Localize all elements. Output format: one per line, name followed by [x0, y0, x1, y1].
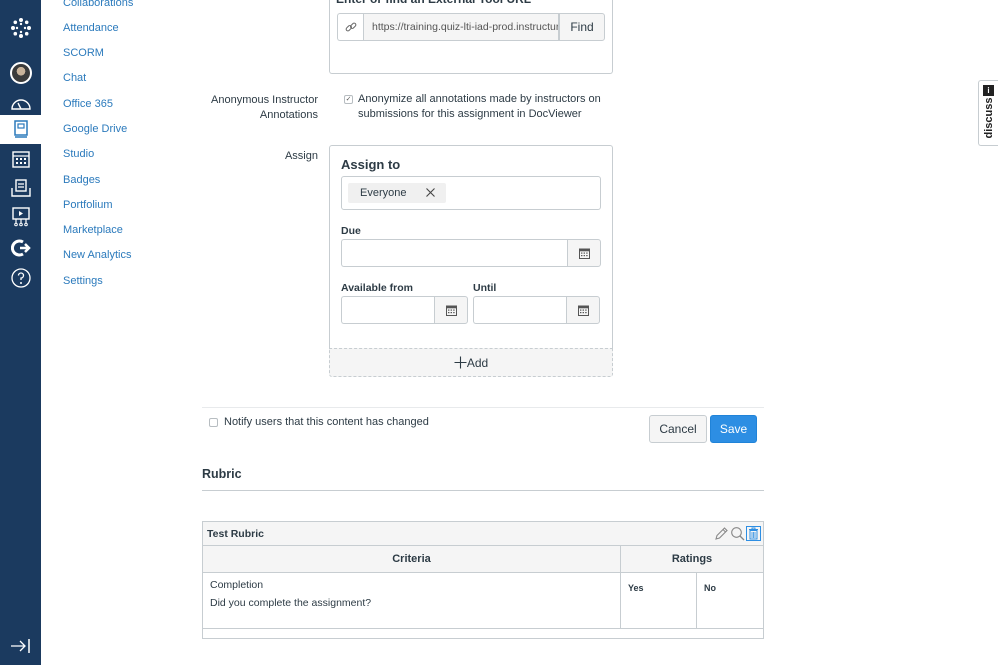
- nav-dashboard[interactable]: [0, 89, 41, 117]
- until-input[interactable]: [473, 296, 566, 324]
- canvas-logo-icon: [10, 18, 31, 38]
- rating-yes: Yes: [628, 583, 644, 593]
- ratings-header: Ratings: [671, 553, 713, 565]
- edit-rubric-icon[interactable]: [714, 526, 729, 541]
- available-from-field: [341, 296, 468, 324]
- find-button[interactable]: Find: [559, 13, 605, 41]
- nav-help[interactable]: [0, 264, 41, 292]
- add-assignee-button[interactable]: Add: [329, 348, 613, 377]
- course-nav-marketplace[interactable]: Marketplace: [63, 224, 123, 236]
- course-nav-office-365[interactable]: Office 365: [63, 98, 113, 110]
- until-label: Until: [473, 282, 497, 294]
- rubric-rating-divider: [696, 573, 697, 628]
- anonymous-label-line2: Annotations: [259, 109, 318, 121]
- link-icon: [345, 22, 356, 32]
- anonymous-annotations-text: Anonymize all annotations made by instru…: [358, 92, 601, 122]
- dashboard-icon: [10, 99, 31, 110]
- assign-label: Assign: [284, 150, 318, 162]
- due-label: Due: [341, 225, 361, 237]
- until-calendar-button[interactable]: [566, 296, 600, 324]
- save-button[interactable]: Save: [710, 415, 757, 443]
- calendar-icon: [578, 248, 590, 259]
- help-icon: [10, 268, 31, 288]
- rubric-actions: [714, 526, 761, 541]
- remove-token-icon[interactable]: [425, 187, 436, 198]
- rubric-heading: Rubric: [202, 467, 242, 481]
- assignee-token-label: Everyone: [360, 187, 407, 199]
- assign-to-input[interactable]: Everyone: [341, 176, 601, 210]
- external-tool-url-input[interactable]: https://training.quiz-lti-iad-prod.instr…: [363, 13, 559, 41]
- criteria-header: Criteria: [392, 553, 431, 565]
- calendar-icon: [11, 151, 30, 168]
- course-nav-new-analytics[interactable]: New Analytics: [63, 249, 131, 261]
- anonymous-text-line2: submissions for this assignment in DocVi…: [358, 108, 582, 120]
- anonymous-annotations-checkbox[interactable]: ✓: [344, 95, 353, 104]
- available-from-label: Available from: [341, 282, 413, 294]
- collapse-nav-icon: [10, 639, 30, 653]
- external-tool-title: Enter or find an External Tool URL: [336, 0, 531, 6]
- add-label: Add: [466, 355, 489, 370]
- external-tool-url-group: https://training.quiz-lti-iad-prod.instr…: [337, 13, 605, 41]
- rubric-table: Test Rubric Criteria Ratings Completion …: [202, 521, 764, 639]
- course-nav-portfolium[interactable]: Portfolium: [63, 199, 113, 211]
- studio-icon: [11, 207, 30, 227]
- notify-users-label: Notify users that this content has chang…: [224, 416, 429, 428]
- course-nav-settings[interactable]: Settings: [63, 275, 103, 287]
- nav-courses[interactable]: [0, 115, 41, 144]
- inbox-icon: [10, 179, 31, 197]
- nav-calendar[interactable]: [0, 145, 41, 173]
- available-from-calendar-button[interactable]: [434, 296, 468, 324]
- course-nav-scorm[interactable]: SCORM: [63, 47, 104, 59]
- anonymous-text-line1: Anonymize all annotations made by instru…: [358, 93, 601, 105]
- discuss-tab[interactable]: i discuss: [978, 80, 998, 146]
- criterion-title: Completion: [210, 579, 264, 591]
- anonymous-annotations-label: Anonymous Instructor Annotations: [200, 93, 318, 123]
- criterion-description: Did you complete the assignment?: [210, 597, 372, 609]
- rubric-column-divider: [620, 546, 621, 628]
- rubric-title: Test Rubric: [207, 528, 264, 540]
- calendar-icon: [577, 305, 589, 316]
- course-nav-attendance[interactable]: Attendance: [63, 22, 119, 34]
- commons-icon: [10, 239, 31, 257]
- available-from-input[interactable]: [341, 296, 434, 324]
- global-nav: [0, 0, 41, 665]
- avatar: [9, 62, 32, 84]
- rubric-header-row: Criteria Ratings: [203, 546, 763, 573]
- until-field: [473, 296, 600, 324]
- discuss-label: discuss: [983, 97, 995, 139]
- plus-icon: [454, 356, 467, 369]
- calendar-icon: [445, 305, 457, 316]
- due-date-calendar-button[interactable]: [567, 239, 601, 267]
- canvas-logo[interactable]: [0, 14, 41, 42]
- rubric-title-row: Test Rubric: [203, 522, 763, 546]
- cancel-button[interactable]: Cancel: [649, 415, 707, 443]
- nav-commons[interactable]: [0, 234, 41, 262]
- link-icon-addon: [337, 13, 363, 41]
- nav-studio[interactable]: [0, 203, 41, 231]
- due-date-field: [341, 239, 601, 267]
- nav-inbox[interactable]: [0, 174, 41, 202]
- anonymous-label-line1: Anonymous Instructor: [211, 94, 318, 106]
- collapse-nav-button[interactable]: [0, 632, 41, 660]
- course-nav-google-drive[interactable]: Google Drive: [63, 123, 127, 135]
- due-date-input[interactable]: [341, 239, 567, 267]
- rating-no: No: [704, 583, 716, 593]
- courses-icon: [13, 119, 28, 138]
- course-nav-collaborations[interactable]: Collaborations: [63, 0, 133, 9]
- course-nav-chat[interactable]: Chat: [63, 72, 86, 84]
- delete-rubric-icon[interactable]: [746, 526, 761, 541]
- course-nav-badges[interactable]: Badges: [63, 174, 100, 186]
- rubric-footer-line: [203, 628, 763, 629]
- assign-to-title: Assign to: [341, 157, 401, 172]
- rubric-divider: [202, 490, 764, 491]
- form-divider: [202, 407, 764, 408]
- search-rubric-icon[interactable]: [730, 526, 745, 541]
- notify-users-checkbox[interactable]: [209, 418, 218, 427]
- course-nav-studio[interactable]: Studio: [63, 148, 94, 160]
- assignee-token: Everyone: [348, 183, 446, 203]
- nav-account[interactable]: [0, 59, 41, 87]
